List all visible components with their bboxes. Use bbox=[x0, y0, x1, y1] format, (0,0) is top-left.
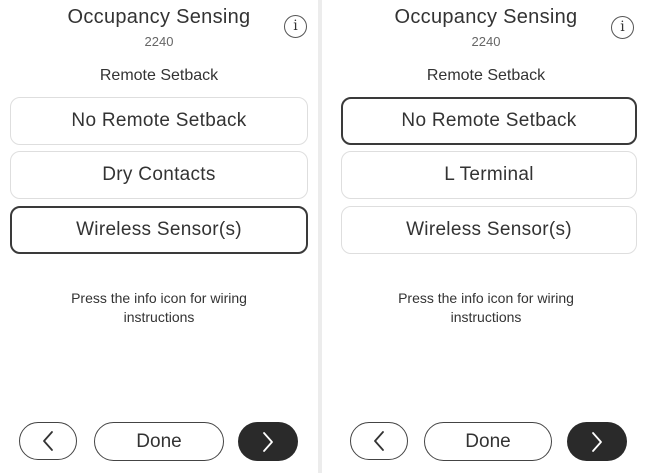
page-title: Occupancy Sensing bbox=[67, 6, 251, 28]
done-button[interactable]: Done bbox=[94, 422, 224, 461]
wiring-hint: Press the info icon for wiring instructi… bbox=[322, 289, 650, 327]
chevron-left-icon bbox=[43, 431, 53, 451]
option-wireless-sensors[interactable]: Wireless Sensor(s) bbox=[10, 206, 308, 254]
chevron-right-icon bbox=[263, 431, 273, 452]
section-label: Remote Setback bbox=[426, 67, 546, 84]
option-no-remote-setback[interactable]: No Remote Setback bbox=[341, 97, 637, 145]
option-no-remote-setback[interactable]: No Remote Setback bbox=[10, 97, 308, 145]
option-wireless-sensors[interactable]: Wireless Sensor(s) bbox=[341, 206, 637, 254]
wiring-hint-line-2: instructions bbox=[123, 309, 195, 325]
chevron-right-icon bbox=[592, 431, 602, 452]
next-button[interactable] bbox=[238, 422, 298, 461]
thermostat-screen-right: Occupancy Sensing 2240 i Remote Setback … bbox=[322, 0, 650, 473]
done-button[interactable]: Done bbox=[424, 422, 552, 461]
chevron-left-icon bbox=[374, 431, 384, 451]
next-button[interactable] bbox=[567, 422, 627, 461]
back-button[interactable] bbox=[350, 422, 408, 460]
wiring-hint-line-2: instructions bbox=[450, 309, 522, 325]
setting-code: 2240 bbox=[471, 34, 501, 49]
wiring-hint: Press the info icon for wiring instructi… bbox=[0, 289, 318, 327]
back-button[interactable] bbox=[19, 422, 77, 460]
info-icon[interactable]: i bbox=[284, 15, 307, 38]
option-dry-contacts[interactable]: Dry Contacts bbox=[10, 151, 308, 199]
wiring-hint-line-1: Press the info icon for wiring bbox=[398, 290, 574, 306]
section-label: Remote Setback bbox=[99, 67, 219, 84]
page-title: Occupancy Sensing bbox=[394, 6, 578, 28]
option-l-terminal[interactable]: L Terminal bbox=[341, 151, 637, 199]
setting-code: 2240 bbox=[144, 34, 174, 49]
info-icon[interactable]: i bbox=[611, 16, 634, 39]
thermostat-screen-left: Occupancy Sensing 2240 i Remote Setback … bbox=[0, 0, 318, 473]
wiring-hint-line-1: Press the info icon for wiring bbox=[71, 290, 247, 306]
